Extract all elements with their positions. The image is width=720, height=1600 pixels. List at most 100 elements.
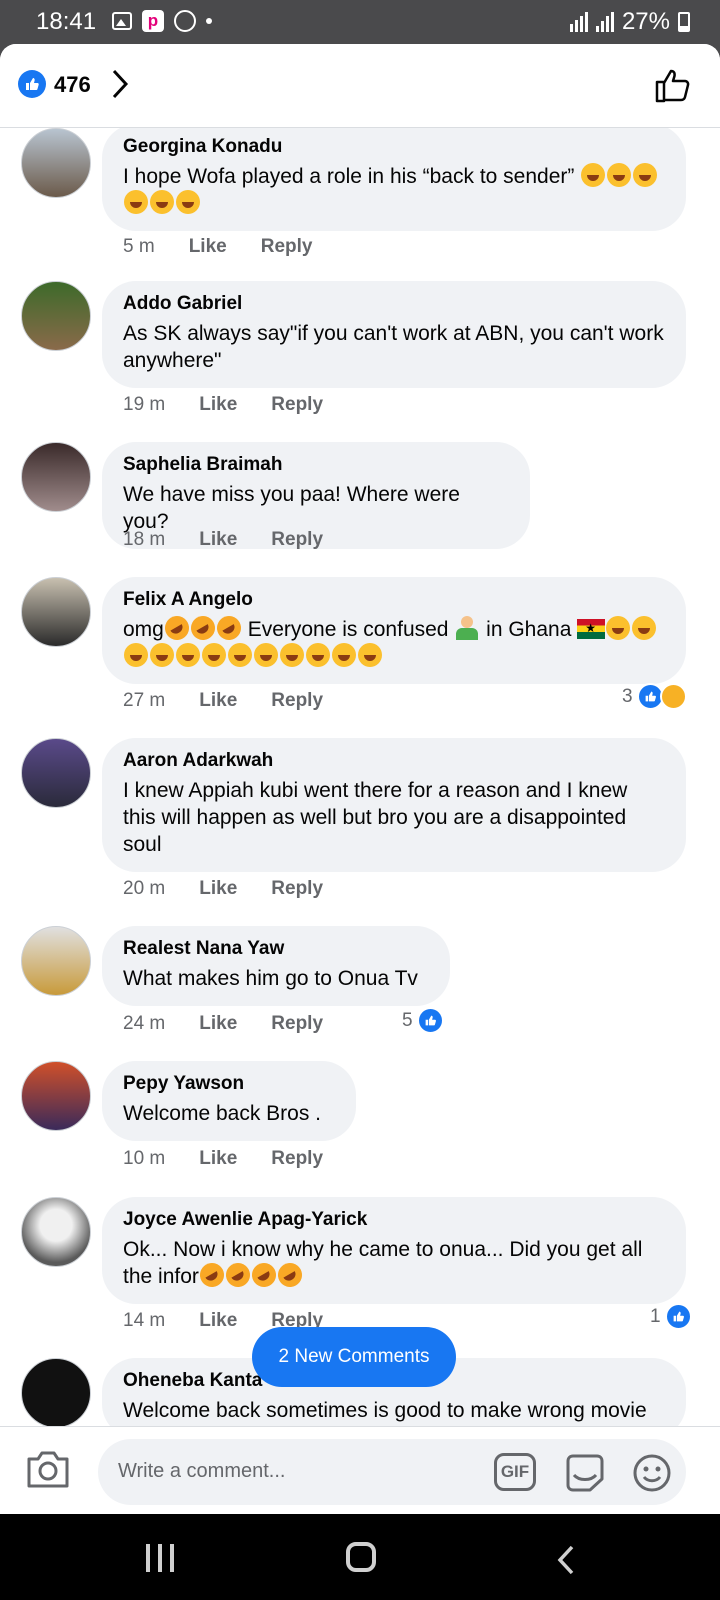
comment-bubble[interactable]: Aaron Adarkwah I knew Appiah kubi went t… xyxy=(102,738,686,872)
reaction-total: 5 xyxy=(402,1009,413,1031)
emoji-icon[interactable] xyxy=(632,1453,672,1498)
comment-bubble[interactable]: Addo Gabriel As SK always say"if you can… xyxy=(102,281,686,388)
comment-author[interactable]: Addo Gabriel xyxy=(123,292,664,316)
reactions-header[interactable]: 476 xyxy=(0,44,720,128)
comment-time: 20 m xyxy=(123,878,166,899)
comment-actions: 18 m Like Reply xyxy=(123,529,323,551)
camera-icon[interactable] xyxy=(26,1449,70,1494)
home-button[interactable] xyxy=(346,1542,376,1572)
comment-text: Ok... Now i know why he came to onua... … xyxy=(123,1236,664,1292)
comment-author[interactable]: Felix A Angelo xyxy=(123,588,664,612)
reaction-count: 476 xyxy=(54,72,91,97)
avatar[interactable] xyxy=(21,128,91,198)
reply-link[interactable]: Reply xyxy=(271,1148,323,1170)
like-link[interactable]: Like xyxy=(199,529,237,551)
avatar[interactable] xyxy=(21,1061,91,1131)
chevron-right-icon[interactable] xyxy=(110,68,130,105)
sticker-icon[interactable] xyxy=(564,1453,606,1498)
like-link[interactable]: Like xyxy=(199,1148,237,1170)
comment-text: I knew Appiah kubi went there for a reas… xyxy=(123,779,628,856)
comment-time: 19 m xyxy=(123,394,166,415)
comment-bubble[interactable]: Realest Nana Yaw What makes him go to On… xyxy=(102,926,450,1006)
like-reaction-icon xyxy=(664,1303,692,1330)
reply-link[interactable]: Reply xyxy=(271,1013,323,1035)
app-notification-icon: p xyxy=(142,10,164,32)
status-time: 18:41 xyxy=(36,8,97,35)
data-signal-icon xyxy=(569,12,588,32)
comment-text: What makes him go to Onua Tv xyxy=(123,967,418,990)
avatar[interactable] xyxy=(21,926,91,996)
comment-time: 5 m xyxy=(123,236,155,257)
avatar[interactable] xyxy=(21,577,91,647)
comment-composer: Write a comment... GIF xyxy=(0,1426,720,1514)
avatar[interactable] xyxy=(21,1358,91,1426)
status-bar: 18:41 p 27% xyxy=(0,0,720,44)
avatar[interactable] xyxy=(21,442,91,512)
avatar[interactable] xyxy=(21,281,91,351)
like-link[interactable]: Like xyxy=(189,236,227,258)
back-button[interactable] xyxy=(556,1544,576,1581)
like-link[interactable]: Like xyxy=(199,878,237,900)
comment-actions: 5 m Like Reply xyxy=(123,236,312,258)
comment-actions: 27 m Like Reply xyxy=(123,690,323,712)
reaction-summary[interactable]: 5 xyxy=(402,1007,444,1034)
reply-link[interactable]: Reply xyxy=(271,529,323,551)
like-reaction-icon xyxy=(416,1007,444,1034)
comment-text: I hope Wofa played a role in his “back t… xyxy=(123,163,664,217)
gallery-icon xyxy=(112,12,132,30)
reaction-total: 1 xyxy=(650,1305,661,1327)
avatar[interactable] xyxy=(21,738,91,808)
comment-time: 27 m xyxy=(123,690,166,711)
system-navigation-bar xyxy=(0,1514,720,1600)
whatsapp-icon xyxy=(174,10,196,32)
haha-reaction-icon xyxy=(659,683,687,710)
comment-time: 18 m xyxy=(123,529,166,550)
reply-link[interactable]: Reply xyxy=(271,394,323,416)
comment-actions: 19 m Like Reply xyxy=(123,394,323,416)
comment-bubble[interactable]: Pepy Yawson Welcome back Bros . xyxy=(102,1061,356,1141)
comment-author[interactable]: Georgina Konadu xyxy=(123,135,664,159)
comment-text: As SK always say"if you can't work at AB… xyxy=(123,322,664,372)
new-comments-button[interactable]: 2 New Comments xyxy=(252,1327,456,1387)
comment-text: Welcome back sometimes is good to make w… xyxy=(123,1399,647,1422)
comment-time: 10 m xyxy=(123,1148,166,1169)
comment-time: 14 m xyxy=(123,1310,166,1331)
like-link[interactable]: Like xyxy=(199,1310,237,1332)
reaction-summary[interactable]: 3 xyxy=(622,683,687,710)
like-outline-icon[interactable] xyxy=(654,66,692,109)
comment-bubble[interactable]: Georgina Konadu I hope Wofa played a rol… xyxy=(102,128,686,231)
comment-author[interactable]: Saphelia Braimah xyxy=(123,453,508,477)
more-notifications-icon xyxy=(206,18,212,24)
comment-text: We have miss you paa! Where were you? xyxy=(123,483,460,533)
reply-link[interactable]: Reply xyxy=(271,690,323,712)
comment-author[interactable]: Joyce Awenlie Apag-Yarick xyxy=(123,1208,664,1232)
reply-link[interactable]: Reply xyxy=(261,236,313,258)
reply-link[interactable]: Reply xyxy=(271,878,323,900)
comment-author[interactable]: Aaron Adarkwah xyxy=(123,749,664,773)
avatar[interactable] xyxy=(21,1197,91,1267)
comment-actions: 10 m Like Reply xyxy=(123,1148,323,1170)
like-link[interactable]: Like xyxy=(199,394,237,416)
comment-bubble[interactable]: Felix A Angelo omg Everyone is confused … xyxy=(102,577,686,684)
like-reaction-icon xyxy=(18,70,46,98)
comment-input[interactable]: Write a comment... GIF xyxy=(98,1439,686,1505)
signal-icon xyxy=(595,12,614,32)
gif-button[interactable]: GIF xyxy=(494,1453,536,1491)
comment-text: omg Everyone is confused in Ghana xyxy=(123,611,664,670)
comment-text: Welcome back Bros . xyxy=(123,1102,322,1125)
comment-author[interactable]: Realest Nana Yaw xyxy=(123,937,428,961)
comments-sheet: 476 Georgina Konadu I hope Wofa played a… xyxy=(0,44,720,1514)
recents-button[interactable] xyxy=(146,1544,174,1572)
comment-actions: 20 m Like Reply xyxy=(123,878,323,900)
battery-icon xyxy=(678,12,690,32)
comment-placeholder: Write a comment... xyxy=(118,1460,286,1482)
reaction-summary[interactable]: 1 xyxy=(650,1303,692,1330)
like-link[interactable]: Like xyxy=(199,690,237,712)
comment-time: 24 m xyxy=(123,1013,166,1034)
comment-bubble[interactable]: Joyce Awenlie Apag-Yarick Ok... Now i kn… xyxy=(102,1197,686,1304)
battery-percent: 27% xyxy=(621,8,670,35)
like-link[interactable]: Like xyxy=(199,1013,237,1035)
comment-list[interactable]: Georgina Konadu I hope Wofa played a rol… xyxy=(0,128,720,1426)
reaction-total: 3 xyxy=(622,685,633,707)
comment-author[interactable]: Pepy Yawson xyxy=(123,1072,334,1096)
